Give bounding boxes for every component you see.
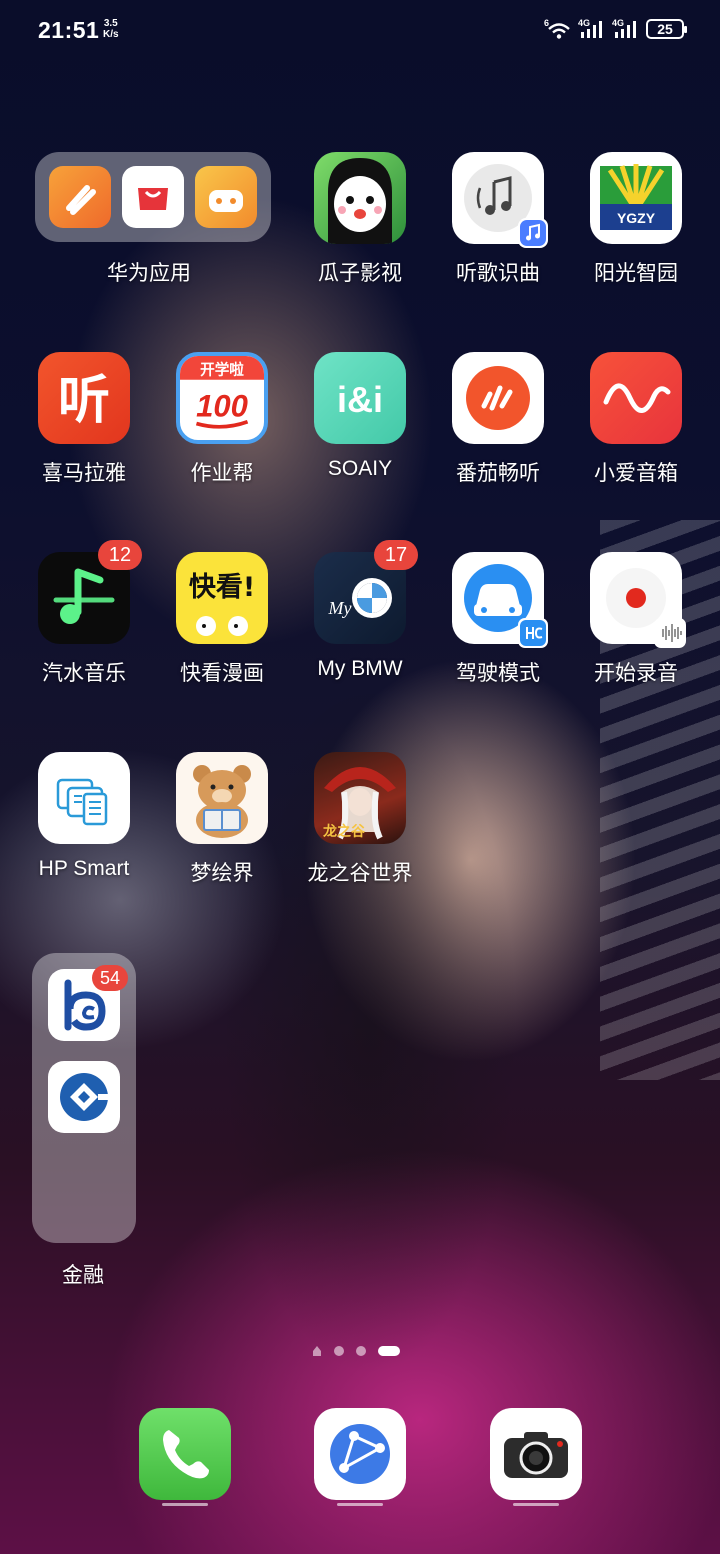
app-fanqie[interactable]: 番茄畅听 xyxy=(429,352,567,487)
app-ygzy[interactable]: YGZY 阳光智园 xyxy=(567,152,705,287)
status-bar: 21:51 3.5 K/s 6 4G 4G 25 xyxy=(0,0,720,60)
huawei-health-icon[interactable] xyxy=(49,166,111,228)
app-label: 阳光智园 xyxy=(594,262,678,285)
voice-recorder-icon[interactable] xyxy=(590,552,686,648)
app-hp-smart[interactable]: HP Smart xyxy=(15,752,153,881)
app-soaiy[interactable]: i&i SOAIY xyxy=(291,352,429,481)
svg-text:YGZY: YGZY xyxy=(617,210,656,226)
xiaoai-speaker-icon[interactable] xyxy=(590,352,682,444)
svg-text:4G: 4G xyxy=(578,18,590,28)
fanqie-icon[interactable] xyxy=(452,352,544,444)
battery-icon: 25 xyxy=(646,19,687,39)
app-kuaikan-comic[interactable]: 快看! 快看漫画 xyxy=(153,552,291,687)
phone-icon[interactable] xyxy=(139,1408,231,1500)
app-label: 快看漫画 xyxy=(180,662,264,685)
app-dragon-nest[interactable]: 龙之谷 龙之谷世界 xyxy=(291,752,429,887)
page-dot[interactable] xyxy=(334,1346,344,1356)
camera-icon[interactable] xyxy=(490,1408,582,1500)
hicar-badge-icon xyxy=(518,618,548,648)
driving-mode-icon[interactable] xyxy=(452,552,548,648)
app-label: 听歌识曲 xyxy=(456,262,540,285)
ygzy-icon[interactable]: YGZY xyxy=(590,152,682,244)
app-label: 汽水音乐 xyxy=(42,662,126,685)
page-dot[interactable] xyxy=(356,1346,366,1356)
app-label: 瓜子影视 xyxy=(318,262,402,285)
app-xiaoai-speaker[interactable]: 小爱音箱 xyxy=(567,352,705,487)
folder-finance-label: 金融 xyxy=(62,1264,104,1287)
huawei-games-icon[interactable] xyxy=(195,166,257,228)
svg-text:100: 100 xyxy=(196,388,248,423)
notification-badge: 54 xyxy=(92,965,128,991)
dragon-nest-icon[interactable]: 龙之谷 xyxy=(314,752,406,844)
signal-sim1-icon: 4G xyxy=(578,18,602,38)
zuoyebang-icon[interactable]: 开学啦 100 xyxy=(176,352,268,444)
ccb-bank-icon[interactable] xyxy=(48,1061,120,1133)
network-speed: 3.5 K/s xyxy=(103,18,119,40)
app-label: HP Smart xyxy=(38,857,130,880)
app-label: 番茄畅听 xyxy=(456,462,540,485)
page-dot-active[interactable] xyxy=(378,1346,400,1356)
app-voice-recorder[interactable]: 开始录音 xyxy=(567,552,705,687)
notification-badge: 17 xyxy=(374,540,418,570)
folder-huawei-apps-background[interactable] xyxy=(35,152,271,242)
svg-text:龙之谷: 龙之谷 xyxy=(322,823,366,840)
app-menghuijie[interactable]: 梦绘界 xyxy=(153,752,291,887)
wifi-icon: 6 xyxy=(544,18,570,39)
app-label: 龙之谷世界 xyxy=(307,862,413,885)
app-label: 开始录音 xyxy=(594,662,678,685)
app-music-recognition[interactable]: 听歌识曲 xyxy=(429,152,567,287)
dock-indicator xyxy=(337,1503,383,1506)
svg-text:My: My xyxy=(328,598,352,618)
svg-text:开学啦: 开学啦 xyxy=(200,360,244,378)
page-indicator[interactable] xyxy=(312,1345,400,1357)
guazi-video-icon[interactable] xyxy=(314,152,406,244)
signal-sim2-icon: 4G xyxy=(612,18,636,38)
app-label: 梦绘界 xyxy=(190,862,254,885)
kuaikan-comic-icon[interactable]: 快看! xyxy=(176,552,268,644)
folder-finance-background[interactable]: 54 xyxy=(32,953,136,1243)
status-time: 21:51 xyxy=(38,17,100,43)
huawei-appgallery-icon[interactable] xyxy=(122,166,184,228)
notification-badge: 12 xyxy=(98,540,142,570)
soaiy-icon[interactable]: i&i xyxy=(314,352,406,444)
status-icons: 6 4G 4G 25 xyxy=(544,18,687,40)
app-guazi-video[interactable]: 瓜子影视 xyxy=(291,152,429,287)
svg-text:4G: 4G xyxy=(612,18,624,28)
app-driving-mode[interactable]: 驾驶模式 xyxy=(429,552,567,687)
app-ximalaya[interactable]: 听 喜马拉雅 xyxy=(15,352,153,487)
svg-text:听: 听 xyxy=(58,371,110,431)
app-label: 作业帮 xyxy=(190,462,254,485)
app-label: 小爱音箱 xyxy=(594,462,678,485)
browser-icon[interactable] xyxy=(314,1408,406,1500)
app-qishui-music[interactable]: 12 汽水音乐 xyxy=(15,540,153,687)
folder-huawei-label: 华为应用 xyxy=(107,262,191,285)
svg-text:i&i: i&i xyxy=(337,379,383,420)
dock-indicator xyxy=(513,1503,559,1506)
waveform-badge-icon xyxy=(654,618,686,648)
app-label: 驾驶模式 xyxy=(456,662,540,685)
app-label: 喜马拉雅 xyxy=(42,462,126,485)
apple-music-badge-icon xyxy=(518,218,548,248)
home-page-dot-icon[interactable] xyxy=(312,1345,322,1357)
menghuijie-icon[interactable] xyxy=(176,752,268,844)
music-recognition-icon[interactable] xyxy=(452,152,548,248)
svg-text:6: 6 xyxy=(544,18,549,28)
qishui-music-icon[interactable]: 12 xyxy=(38,540,142,644)
app-my-bmw[interactable]: My 17 My BMW xyxy=(291,540,429,681)
wallpaper-shade xyxy=(160,540,580,1520)
app-label: My BMW xyxy=(317,657,403,680)
bmw-icon[interactable]: My 17 xyxy=(314,540,418,644)
app-zuoyebang[interactable]: 开学啦 100 作业帮 xyxy=(153,352,291,487)
dock-indicator xyxy=(162,1503,208,1506)
app-label: SOAIY xyxy=(327,457,393,480)
svg-text:快看!: 快看! xyxy=(189,572,255,603)
ximalaya-icon[interactable]: 听 xyxy=(38,352,130,444)
hp-smart-icon[interactable] xyxy=(38,752,130,844)
